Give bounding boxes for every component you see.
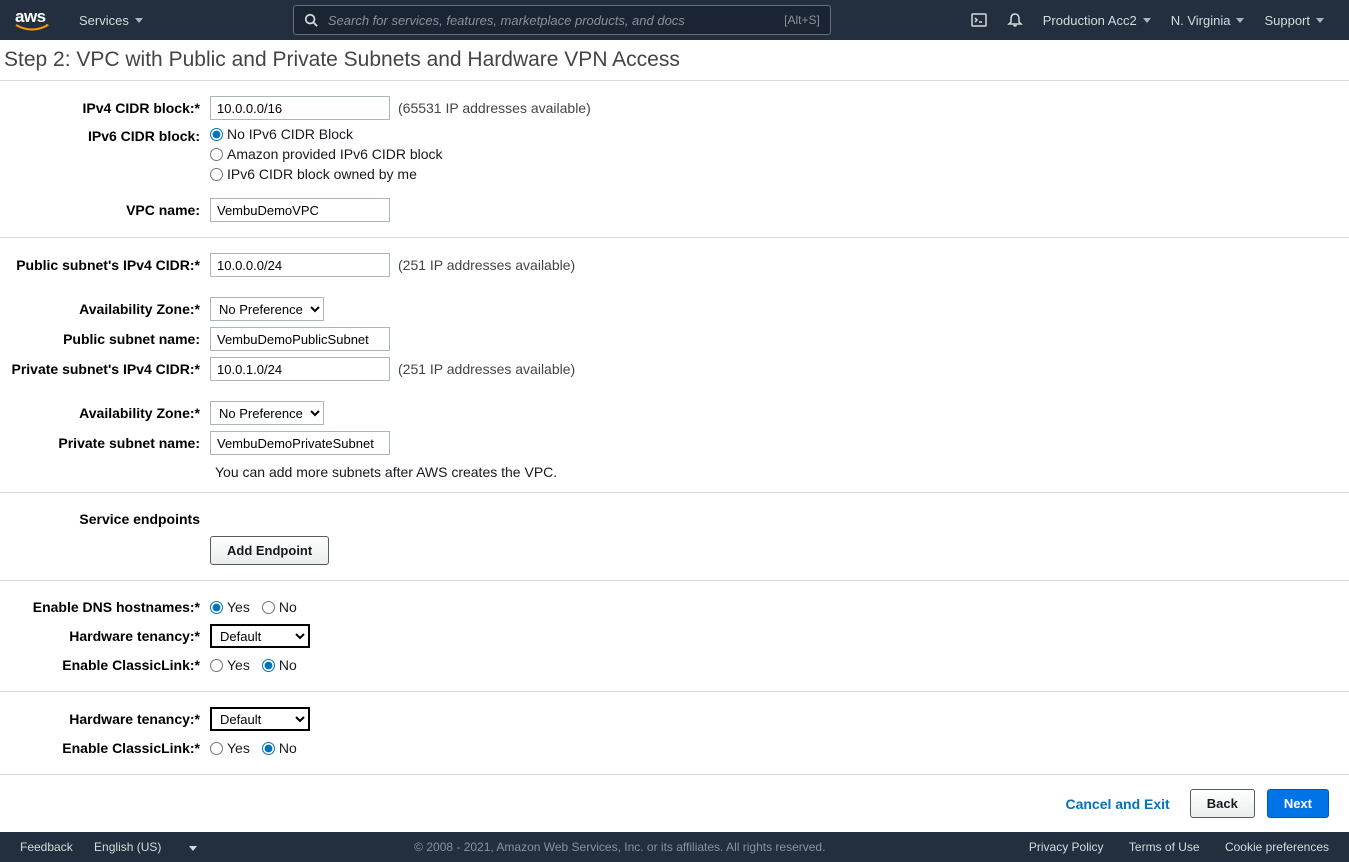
section-cidr: IPv4 CIDR block:* (65531 IP addresses av…: [0, 80, 1349, 237]
search-icon: [304, 13, 318, 27]
page-title: Step 2: VPC with Public and Private Subn…: [0, 40, 1349, 80]
vpc-name-label: VPC name:: [0, 202, 210, 218]
services-dropdown[interactable]: Services: [69, 0, 153, 40]
ipv6-amazon-label: Amazon provided IPv6 CIDR block: [227, 146, 443, 162]
priv-cidr-input[interactable]: [210, 357, 390, 381]
section-endpoints: Service endpoints Add Endpoint: [0, 492, 1349, 580]
aws-smile-icon: [15, 24, 49, 30]
copyright-text: © 2008 - 2021, Amazon Web Services, Inc.…: [233, 840, 1007, 854]
priv-cidr-hint: (251 IP addresses available): [398, 361, 575, 377]
vpc-name-input[interactable]: [210, 198, 390, 222]
dns-no-radio[interactable]: [262, 601, 275, 614]
feedback-link[interactable]: Feedback: [20, 840, 73, 854]
classiclink1-no-label: No: [279, 657, 297, 673]
section-subnets: Public subnet's IPv4 CIDR:* (251 IP addr…: [0, 237, 1349, 492]
account-label: Production Acc2: [1043, 13, 1137, 28]
caret-down-icon: [1143, 18, 1151, 23]
search-input[interactable]: [328, 13, 776, 28]
account-dropdown[interactable]: Production Acc2: [1033, 0, 1161, 40]
aws-logo[interactable]: aws: [15, 7, 49, 33]
add-endpoint-button[interactable]: Add Endpoint: [210, 536, 329, 565]
az2-label: Availability Zone:*: [0, 405, 210, 421]
classiclink1-yes-label: Yes: [227, 657, 250, 673]
classiclink2-no-radio[interactable]: [262, 742, 275, 755]
az2-select[interactable]: No Preference: [210, 401, 324, 425]
search-shortcut: [Alt+S]: [784, 13, 820, 27]
ipv6-amazon-radio[interactable]: [210, 148, 223, 161]
pub-name-input[interactable]: [210, 327, 390, 351]
section-dns-tenancy: Enable DNS hostnames:* Yes No Hardware t…: [0, 580, 1349, 691]
cookie-link[interactable]: Cookie preferences: [1225, 840, 1329, 854]
search-bar[interactable]: [Alt+S]: [293, 5, 831, 35]
support-label: Support: [1264, 13, 1310, 28]
classiclink2-yes-label: Yes: [227, 740, 250, 756]
caret-down-icon: [1316, 18, 1324, 23]
ipv6-cidr-label: IPv6 CIDR block:: [0, 126, 210, 144]
classiclink2-yes-radio[interactable]: [210, 742, 223, 755]
pub-cidr-hint: (251 IP addresses available): [398, 257, 575, 273]
privacy-link[interactable]: Privacy Policy: [1029, 840, 1104, 854]
ipv4-cidr-input[interactable]: [210, 96, 390, 120]
dns-no-label: No: [279, 599, 297, 615]
section-tenancy2: Hardware tenancy:* Default Enable Classi…: [0, 691, 1349, 774]
priv-name-input[interactable]: [210, 431, 390, 455]
az1-label: Availability Zone:*: [0, 301, 210, 317]
next-button[interactable]: Next: [1267, 789, 1329, 818]
ipv4-cidr-hint: (65531 IP addresses available): [398, 100, 591, 116]
footer-actions: Cancel and Exit Back Next: [0, 774, 1349, 832]
dns-yes-radio[interactable]: [210, 601, 223, 614]
pub-cidr-input[interactable]: [210, 253, 390, 277]
ipv6-none-radio[interactable]: [210, 128, 223, 141]
services-label: Services: [79, 13, 129, 28]
classiclink1-yes-radio[interactable]: [210, 659, 223, 672]
classiclink2-no-label: No: [279, 740, 297, 756]
dns-label: Enable DNS hostnames:*: [0, 599, 210, 615]
language-dropdown[interactable]: English (US): [94, 840, 215, 854]
tenancy2-label: Hardware tenancy:*: [0, 711, 210, 727]
terms-link[interactable]: Terms of Use: [1129, 840, 1200, 854]
ipv6-own-label: IPv6 CIDR block owned by me: [227, 166, 417, 182]
bottom-bar: Feedback English (US) © 2008 - 2021, Ama…: [0, 832, 1349, 862]
ipv6-none-label: No IPv6 CIDR Block: [227, 126, 353, 142]
classiclink1-label: Enable ClassicLink:*: [0, 657, 210, 673]
region-dropdown[interactable]: N. Virginia: [1161, 0, 1255, 40]
service-endpoints-label: Service endpoints: [0, 511, 210, 527]
tenancy1-select[interactable]: Default: [210, 624, 310, 648]
ipv4-cidr-label: IPv4 CIDR block:*: [0, 100, 210, 116]
priv-name-label: Private subnet name:: [0, 435, 210, 451]
cloudshell-icon[interactable]: [961, 0, 997, 40]
pub-name-label: Public subnet name:: [0, 331, 210, 347]
back-button[interactable]: Back: [1190, 789, 1255, 818]
priv-cidr-label: Private subnet's IPv4 CIDR:*: [0, 361, 210, 377]
classiclink1-no-radio[interactable]: [262, 659, 275, 672]
classiclink2-label: Enable ClassicLink:*: [0, 740, 210, 756]
region-label: N. Virginia: [1171, 13, 1231, 28]
notifications-icon[interactable]: [997, 0, 1033, 40]
caret-down-icon: [1236, 18, 1244, 23]
ipv6-own-radio[interactable]: [210, 168, 223, 181]
top-navbar: aws Services [Alt+S] Production Acc2 N. …: [0, 0, 1349, 40]
caret-down-icon: [189, 846, 197, 851]
dns-yes-label: Yes: [227, 599, 250, 615]
more-subnets-hint: You can add more subnets after AWS creat…: [0, 458, 1349, 480]
caret-down-icon: [135, 18, 143, 23]
support-dropdown[interactable]: Support: [1254, 0, 1334, 40]
tenancy2-select[interactable]: Default: [210, 707, 310, 731]
pub-cidr-label: Public subnet's IPv4 CIDR:*: [0, 257, 210, 273]
cancel-link[interactable]: Cancel and Exit: [1065, 796, 1169, 812]
tenancy1-label: Hardware tenancy:*: [0, 628, 210, 644]
az1-select[interactable]: No Preference: [210, 297, 324, 321]
